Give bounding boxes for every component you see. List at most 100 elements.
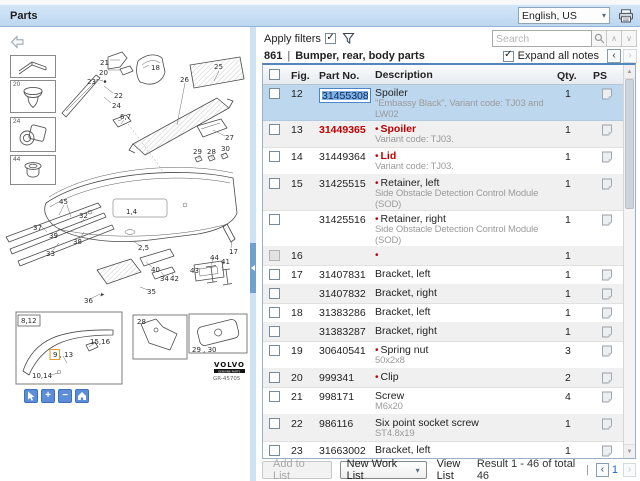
row-checkbox[interactable]	[269, 391, 280, 402]
section-number: 861	[264, 50, 283, 62]
scroll-down-icon[interactable]: ▼	[624, 444, 635, 458]
row-checkbox[interactable]	[269, 250, 280, 261]
table-row[interactable]: 12 Spoiler "Embassy Black", Variant code…	[263, 85, 635, 121]
plus-icon[interactable]: +	[41, 389, 55, 403]
table-row[interactable]: 31407832 Bracket, right 1	[263, 285, 635, 304]
row-checkbox[interactable]	[269, 345, 280, 356]
table-row[interactable]: 22 986116 Six point socket screw ST4.8x1…	[263, 415, 635, 442]
next-group-button[interactable]: ›	[623, 49, 637, 63]
col-qty[interactable]: Qty.	[555, 67, 591, 82]
work-list-dropdown[interactable]: New Work List ▾	[339, 458, 427, 481]
description-cell: • Lid Variant code: TJ03.	[375, 148, 555, 174]
chevron-down-icon: ▾	[415, 465, 420, 475]
apply-filters-checkbox[interactable]	[324, 32, 336, 44]
previous-page-button[interactable]: ‹	[595, 463, 609, 477]
cursor-icon[interactable]	[24, 389, 38, 403]
row-checkbox[interactable]	[269, 372, 280, 383]
col-fig[interactable]: Fig.	[287, 67, 319, 82]
note-icon[interactable]	[601, 307, 613, 319]
description-cell: Bracket, left	[375, 266, 555, 284]
table-row[interactable]: 31425516 • Retainer, right Side Obstacle …	[263, 211, 635, 247]
expand-all-notes-checkbox[interactable]	[502, 49, 514, 62]
description-cell: Bracket, right	[375, 323, 555, 341]
previous-group-button[interactable]: ‹	[607, 49, 621, 63]
part-no-cell: 998171	[319, 388, 375, 414]
note-icon[interactable]	[601, 418, 613, 430]
svg-text:26: 26	[180, 76, 189, 84]
row-checkbox[interactable]	[269, 288, 280, 299]
search-input[interactable]	[492, 30, 592, 47]
note-icon[interactable]	[601, 326, 613, 338]
row-checkbox[interactable]	[269, 178, 280, 189]
note-icon[interactable]	[601, 288, 613, 300]
svg-text:8,12: 8,12	[21, 317, 37, 325]
printer-icon[interactable]	[618, 8, 634, 23]
table-footer: Add to List New Work List ▾ View List Re…	[262, 458, 636, 481]
parts-diagram[interactable]: VOLVO GENUINE PARTS GR-45705 21202318222…	[0, 27, 250, 481]
page-number[interactable]: 1	[612, 464, 618, 476]
note-icon[interactable]	[601, 269, 613, 281]
row-checkbox[interactable]	[269, 445, 280, 456]
table-row[interactable]: 13 31449365 • Spoiler Variant code: TJ03.…	[263, 121, 635, 148]
part-no-cell: 31407832	[319, 285, 375, 303]
col-description[interactable]: Description	[375, 69, 555, 81]
funnel-icon[interactable]	[342, 32, 355, 45]
row-checkbox[interactable]	[269, 326, 280, 337]
note-icon[interactable]	[601, 391, 613, 403]
svg-text:28: 28	[207, 148, 216, 156]
language-select[interactable]: English, US ▾	[518, 7, 610, 24]
note-icon[interactable]	[601, 445, 613, 457]
minus-icon[interactable]: −	[58, 389, 72, 403]
part-no-cell: 31407831	[319, 266, 375, 284]
row-checkbox[interactable]	[269, 418, 280, 429]
row-checkbox[interactable]	[269, 151, 280, 162]
table-row[interactable]: 20 999341 • Clip 2	[263, 369, 635, 388]
row-checkbox[interactable]	[269, 269, 280, 280]
table-row[interactable]: 31383287 Bracket, right 1	[263, 323, 635, 342]
note-icon[interactable]	[601, 214, 613, 226]
part-note: M6x20	[375, 401, 403, 412]
col-part-no[interactable]: Part No.	[319, 67, 375, 82]
part-no-cell: 31449364	[319, 148, 375, 174]
note-icon[interactable]	[601, 372, 613, 384]
table-row[interactable]: 16 • 1	[263, 247, 635, 266]
note-icon[interactable]	[601, 345, 613, 357]
scrollbar-thumb[interactable]	[625, 79, 634, 209]
svg-text:41: 41	[221, 258, 230, 266]
part-no-text: 31425515	[319, 178, 366, 190]
note-icon[interactable]	[601, 178, 613, 190]
table-row[interactable]: 18 31383286 Bracket, left 1	[263, 304, 635, 323]
svg-text:21: 21	[100, 59, 109, 67]
parts-list-panel: Apply filters ∧ ∨ 861 | Bumper, rear, bo…	[256, 27, 640, 481]
table-row[interactable]: 17 31407831 Bracket, left 1	[263, 266, 635, 285]
select-all-checkbox[interactable]	[269, 69, 280, 80]
table-row[interactable]: 21 998171 Screw M6x20 4	[263, 388, 635, 415]
scroll-up-icon[interactable]: ▲	[624, 65, 635, 79]
next-page-button[interactable]: ›	[623, 463, 636, 477]
find-next-button[interactable]: ∨	[622, 30, 637, 47]
svg-text:2,5: 2,5	[138, 244, 149, 252]
table-row[interactable]: 15 31425515 • Retainer, left Side Obstacl…	[263, 175, 635, 211]
description-cell: Bracket, left	[375, 442, 555, 458]
note-icon[interactable]	[601, 88, 613, 100]
part-no-text: 999341	[319, 372, 355, 384]
add-to-list-button[interactable]: Add to List	[262, 458, 332, 481]
part-no-input[interactable]	[319, 88, 371, 103]
view-list-link[interactable]: View List	[437, 458, 477, 481]
home-icon[interactable]	[75, 389, 89, 403]
table-row[interactable]: 14 31449364 • Lid Variant code: TJ03. 1	[263, 148, 635, 175]
note-icon[interactable]	[601, 124, 613, 136]
row-checkbox[interactable]	[269, 88, 280, 99]
table-row[interactable]: 19 30640541 • Spring nut 50x2x8 3	[263, 342, 635, 369]
table-body: 12 Spoiler "Embassy Black", Variant code…	[263, 85, 635, 458]
magnifier-icon[interactable]	[592, 30, 607, 47]
find-previous-button[interactable]: ∧	[607, 30, 622, 47]
row-checkbox[interactable]	[269, 214, 280, 225]
row-checkbox[interactable]	[269, 124, 280, 135]
table-row[interactable]: 23 31663002 Bracket, left 1	[263, 442, 635, 458]
row-checkbox[interactable]	[269, 307, 280, 318]
col-ps[interactable]: PS	[591, 67, 623, 82]
table-scrollbar[interactable]: ▲ ▼	[623, 65, 635, 458]
svg-text:6,7: 6,7	[120, 113, 131, 121]
note-icon[interactable]	[601, 151, 613, 163]
